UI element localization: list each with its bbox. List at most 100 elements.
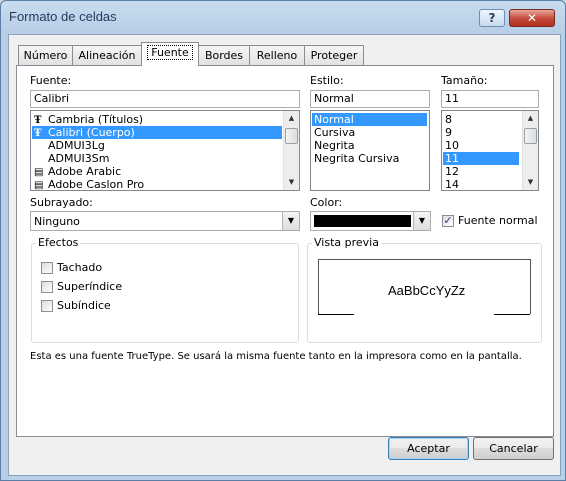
color-label: Color: xyxy=(310,196,343,209)
list-item[interactable]: ADMUI3Sm xyxy=(32,152,282,165)
list-item[interactable]: Normal xyxy=(312,113,427,126)
list-item-label: 11 xyxy=(445,152,459,165)
list-item-label: Calibri (Cuerpo) xyxy=(48,126,135,139)
size-list-scrollbar[interactable]: ▲ ▼ xyxy=(522,111,538,190)
size-list[interactable]: 8 9 10 11 12 14 ▲ ▼ xyxy=(441,110,539,191)
help-icon: ? xyxy=(488,11,496,25)
color-swatch xyxy=(314,215,411,227)
superscript-checkbox[interactable] xyxy=(41,281,53,293)
list-item-label: ADMUI3Lg xyxy=(48,139,105,152)
tab-label: Número xyxy=(23,49,68,62)
effects-group: Efectos Tachado Superíndice Subíndice xyxy=(31,236,299,343)
effects-title: Efectos xyxy=(36,236,81,249)
underline-value: Ninguno xyxy=(34,215,80,228)
normal-font-label: Fuente normal xyxy=(458,214,538,227)
window-title: Formato de celdas xyxy=(9,9,117,24)
color-select[interactable]: ▼ xyxy=(310,211,431,231)
list-item-label: 9 xyxy=(445,126,452,139)
list-item-label: Cursiva xyxy=(314,126,356,139)
list-item[interactable]: ▤ Adobe Caslon Pro xyxy=(32,178,282,191)
format-cells-dialog: Formato de celdas ? ✕ Número Alineación … xyxy=(0,0,566,481)
list-item[interactable]: Negrita xyxy=(312,139,427,152)
close-icon: ✕ xyxy=(526,11,538,25)
subscript-checkbox[interactable] xyxy=(41,300,53,312)
font-list[interactable]: Ŧ Cambria (Títulos) Ŧ Calibri (Cuerpo) ADMUI… xyxy=(30,110,300,191)
font-input[interactable]: Calibri xyxy=(30,90,300,108)
list-item[interactable]: 12 xyxy=(443,165,519,178)
list-item-label: 8 xyxy=(445,113,452,126)
tab-proteger[interactable]: Proteger xyxy=(304,45,364,65)
list-item[interactable]: 11 xyxy=(443,152,519,165)
list-item-label: Negrita Cursiva xyxy=(314,152,400,165)
tab-label: Fuente xyxy=(147,45,193,60)
list-item[interactable]: 14 xyxy=(443,178,519,191)
tab-relleno[interactable]: Relleno xyxy=(249,45,305,65)
list-item[interactable]: ADMUI3Lg xyxy=(32,139,282,152)
size-input[interactable]: 11 xyxy=(441,90,539,108)
ok-button[interactable]: Aceptar xyxy=(388,437,469,460)
list-item-label: 12 xyxy=(445,165,459,178)
strikethrough-label: Tachado xyxy=(57,261,103,274)
help-button[interactable]: ? xyxy=(479,9,505,27)
chevron-down-icon[interactable]: ▼ xyxy=(413,212,430,230)
underline-select[interactable]: Ninguno ▼ xyxy=(30,211,300,231)
scroll-up-icon[interactable]: ▲ xyxy=(523,111,538,126)
preview-sample: AaBbCcYyZz xyxy=(388,283,466,298)
list-item-label: 10 xyxy=(445,139,459,152)
font-info-text: Esta es una fuente TrueType. Se usará la… xyxy=(30,351,522,362)
checkmark-icon: ✓ xyxy=(443,214,453,227)
list-item-label: Adobe Arabic xyxy=(48,165,122,178)
strikethrough-checkbox[interactable] xyxy=(41,262,53,274)
tab-label: Relleno xyxy=(256,49,298,62)
scroll-up-icon[interactable]: ▲ xyxy=(284,111,299,126)
preview-baseline-right xyxy=(494,314,530,315)
underline-label: Subrayado: xyxy=(30,196,93,209)
tab-label: Alineación xyxy=(78,49,136,62)
list-item[interactable]: Ŧ Cambria (Títulos) xyxy=(32,113,282,126)
list-item[interactable]: 10 xyxy=(443,139,519,152)
preview-title: Vista previa xyxy=(312,236,381,249)
ok-button-label: Aceptar xyxy=(407,442,450,455)
style-input[interactable]: Normal xyxy=(310,90,430,108)
normal-font-checkbox[interactable]: ✓ xyxy=(442,215,454,227)
tab-numero[interactable]: Número xyxy=(18,45,73,65)
list-item-label: 14 xyxy=(445,178,459,191)
style-label: Estilo: xyxy=(310,74,344,87)
list-item[interactable]: Cursiva xyxy=(312,126,427,139)
scroll-thumb[interactable] xyxy=(524,128,537,144)
list-item[interactable]: Negrita Cursiva xyxy=(312,152,427,165)
scroll-down-icon[interactable]: ▼ xyxy=(284,175,299,190)
list-item-label: Normal xyxy=(314,113,354,126)
tab-bordes[interactable]: Bordes xyxy=(198,45,250,65)
font-label: Fuente: xyxy=(30,74,72,87)
list-item-label: Negrita xyxy=(314,139,355,152)
tab-fuente[interactable]: Fuente xyxy=(141,42,199,66)
title-bar[interactable]: Formato de celdas ? ✕ xyxy=(1,1,565,31)
preview-group: Vista previa AaBbCcYyZz xyxy=(307,236,542,343)
dialog-body: Número Alineación Fuente Bordes Relleno … xyxy=(8,34,561,476)
cancel-button-label: Cancelar xyxy=(489,442,538,455)
tab-panel-fuente: Fuente: Calibri Ŧ Cambria (Títulos) Ŧ Calib… xyxy=(16,65,554,437)
tab-label: Bordes xyxy=(204,49,244,62)
list-item-label: Cambria (Títulos) xyxy=(48,113,144,126)
list-item-label: ADMUI3Sm xyxy=(48,152,110,165)
cancel-button[interactable]: Cancelar xyxy=(473,437,554,460)
font-list-scrollbar[interactable]: ▲ ▼ xyxy=(283,111,299,190)
preview-baseline-left xyxy=(318,314,354,315)
scroll-thumb[interactable] xyxy=(285,128,298,144)
style-list[interactable]: Normal Cursiva Negrita Negrita Cursiva xyxy=(310,110,430,191)
list-item[interactable]: 8 xyxy=(443,113,519,126)
close-button[interactable]: ✕ xyxy=(509,9,555,27)
scroll-down-icon[interactable]: ▼ xyxy=(523,175,538,190)
list-item[interactable]: ▤ Adobe Arabic xyxy=(32,165,282,178)
printer-font-icon: ▤ xyxy=(34,180,44,191)
list-item[interactable]: Ŧ Calibri (Cuerpo) xyxy=(32,126,282,139)
size-label: Tamaño: xyxy=(441,74,488,87)
tab-alineacion[interactable]: Alineación xyxy=(72,45,142,65)
subscript-label: Subíndice xyxy=(57,299,111,312)
list-item-label: Adobe Caslon Pro xyxy=(48,178,145,191)
tab-label: Proteger xyxy=(310,49,358,62)
list-item[interactable]: 9 xyxy=(443,126,519,139)
superscript-label: Superíndice xyxy=(57,280,123,293)
chevron-down-icon[interactable]: ▼ xyxy=(282,212,299,230)
